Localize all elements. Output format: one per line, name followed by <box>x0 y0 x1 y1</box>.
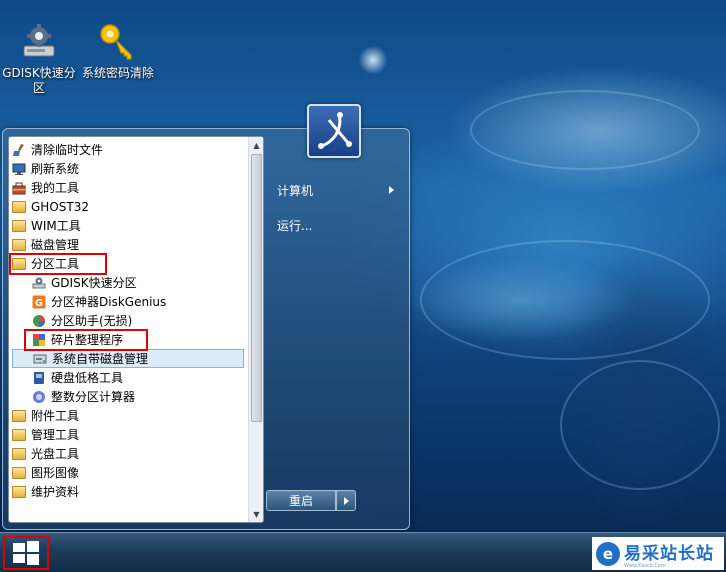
wallpaper-ripple <box>420 240 710 360</box>
program-item-gdisk[interactable]: GDISK快速分区 <box>12 273 244 292</box>
folder-icon <box>12 200 26 213</box>
submenu-arrow-icon <box>389 186 394 194</box>
folder-icon <box>12 485 26 498</box>
start-button[interactable] <box>3 536 49 570</box>
folder-icon <box>12 219 26 232</box>
program-item-refresh-system[interactable]: 刷新系统 <box>12 159 244 178</box>
program-label: 分区神器DiskGenius <box>51 295 167 309</box>
program-label: 维护资料 <box>31 485 80 499</box>
folder-icon <box>12 466 26 479</box>
wallpaper-ripple <box>560 360 720 490</box>
program-label: 光盘工具 <box>31 447 80 461</box>
program-label: 管理工具 <box>31 428 80 442</box>
program-label: 整数分区计算器 <box>51 390 136 404</box>
highlight-box-defrag <box>24 329 148 351</box>
program-item-disk-management-folder[interactable]: 磁盘管理 <box>12 235 244 254</box>
scroll-thumb[interactable] <box>251 154 262 422</box>
program-label: 附件工具 <box>31 409 80 423</box>
gdisk-icon <box>32 277 46 288</box>
program-item-partition-calculator[interactable]: 整数分区计算器 <box>12 387 244 406</box>
folder-icon <box>12 447 26 460</box>
right-item-label: 计算机 <box>277 183 314 198</box>
programs-list-pane: 清除临时文件 刷新系统 我的工具 GHOST32 WIM工具 磁盘管理 分区工具… <box>8 136 264 523</box>
program-label: 清除临时文件 <box>31 143 104 157</box>
folder-icon <box>12 428 26 441</box>
desktop-icon-label: GDISK快速分区 <box>2 66 76 95</box>
watermark-e-icon: e <box>596 541 620 566</box>
key-icon <box>100 24 132 60</box>
user-avatar-icon <box>318 112 352 149</box>
restart-label: 重启 <box>288 494 313 508</box>
watermark-subtext: Www.Easck.Com <box>624 563 666 569</box>
program-label: 分区助手(无损) <box>51 314 133 328</box>
program-item-low-format[interactable]: 硬盘低格工具 <box>12 368 244 387</box>
program-item-partition-assistant[interactable]: 分区助手(无损) <box>12 311 244 330</box>
wallpaper-ripple <box>470 90 700 170</box>
desktop-icon-label: 系统密码清除 <box>81 66 154 80</box>
program-item-maintenance[interactable]: 维护资料 <box>12 482 244 501</box>
watermark-text: 易采站长站 <box>624 543 714 564</box>
chevron-right-icon <box>344 497 349 505</box>
program-item-clean-temp[interactable]: 清除临时文件 <box>12 140 244 159</box>
program-item-accessories[interactable]: 附件工具 <box>12 406 244 425</box>
calculator-icon <box>33 390 45 403</box>
program-label: 我的工具 <box>31 181 80 195</box>
desktop-icon-gdisk[interactable]: GDISK快速分区 <box>0 22 78 96</box>
disk-management-icon <box>33 354 47 363</box>
broom-icon <box>13 143 24 156</box>
program-label: GHOST32 <box>31 199 89 214</box>
monitor-icon <box>12 163 26 175</box>
partition-assistant-icon <box>33 314 45 327</box>
program-label: 图形图像 <box>31 466 80 480</box>
toolbox-icon <box>12 182 26 194</box>
program-item-diskgenius[interactable]: G 分区神器DiskGenius <box>12 292 244 311</box>
folder-icon <box>12 409 26 422</box>
scroll-up-button[interactable]: ▲ <box>249 137 263 153</box>
program-item-graphics[interactable]: 图形图像 <box>12 463 244 482</box>
computer-menu-item[interactable]: 计算机 <box>274 179 404 201</box>
program-label: 磁盘管理 <box>31 238 80 252</box>
start-menu: 清除临时文件 刷新系统 我的工具 GHOST32 WIM工具 磁盘管理 分区工具… <box>2 128 410 530</box>
restart-button[interactable]: 重启 <box>266 490 336 511</box>
program-label: 刷新系统 <box>31 162 80 176</box>
taskbar: e 易采站长站 Www.Easck.Com <box>0 532 726 572</box>
desktop-icon-password-clear[interactable]: 系统密码清除 <box>79 22 157 81</box>
program-item-wim-tools[interactable]: WIM工具 <box>12 216 244 235</box>
restart-options-button[interactable] <box>336 490 356 511</box>
run-menu-item[interactable]: 运行... <box>274 214 404 236</box>
gdisk-icon <box>23 24 55 57</box>
programs-list: 清除临时文件 刷新系统 我的工具 GHOST32 WIM工具 磁盘管理 分区工具… <box>9 137 247 522</box>
user-picture[interactable] <box>307 104 361 158</box>
svg-text:G: G <box>35 298 43 309</box>
highlight-box-partition-tools <box>9 253 107 275</box>
program-label: WIM工具 <box>31 219 81 233</box>
folder-icon <box>12 238 26 251</box>
program-label: GDISK快速分区 <box>51 276 137 290</box>
programs-scrollbar[interactable]: ▲ ▼ <box>248 137 263 522</box>
diskgenius-icon: G <box>32 295 46 309</box>
program-item-ghost32[interactable]: GHOST32 <box>12 197 244 216</box>
program-item-disc-tools[interactable]: 光盘工具 <box>12 444 244 463</box>
program-label: 系统自带磁盘管理 <box>52 352 149 366</box>
program-label: 硬盘低格工具 <box>51 371 124 385</box>
program-item-admin-tools[interactable]: 管理工具 <box>12 425 244 444</box>
start-menu-right-pane: 计算机 运行... <box>266 129 411 529</box>
right-item-label: 运行... <box>277 218 313 233</box>
watermark-logo: e 易采站长站 Www.Easck.Com <box>592 537 724 570</box>
program-item-system-disk-management[interactable]: 系统自带磁盘管理 <box>12 349 244 368</box>
scroll-down-button[interactable]: ▼ <box>249 506 263 522</box>
lowformat-icon <box>34 371 44 384</box>
windows-logo-icon <box>13 541 39 565</box>
program-item-my-tools[interactable]: 我的工具 <box>12 178 244 197</box>
